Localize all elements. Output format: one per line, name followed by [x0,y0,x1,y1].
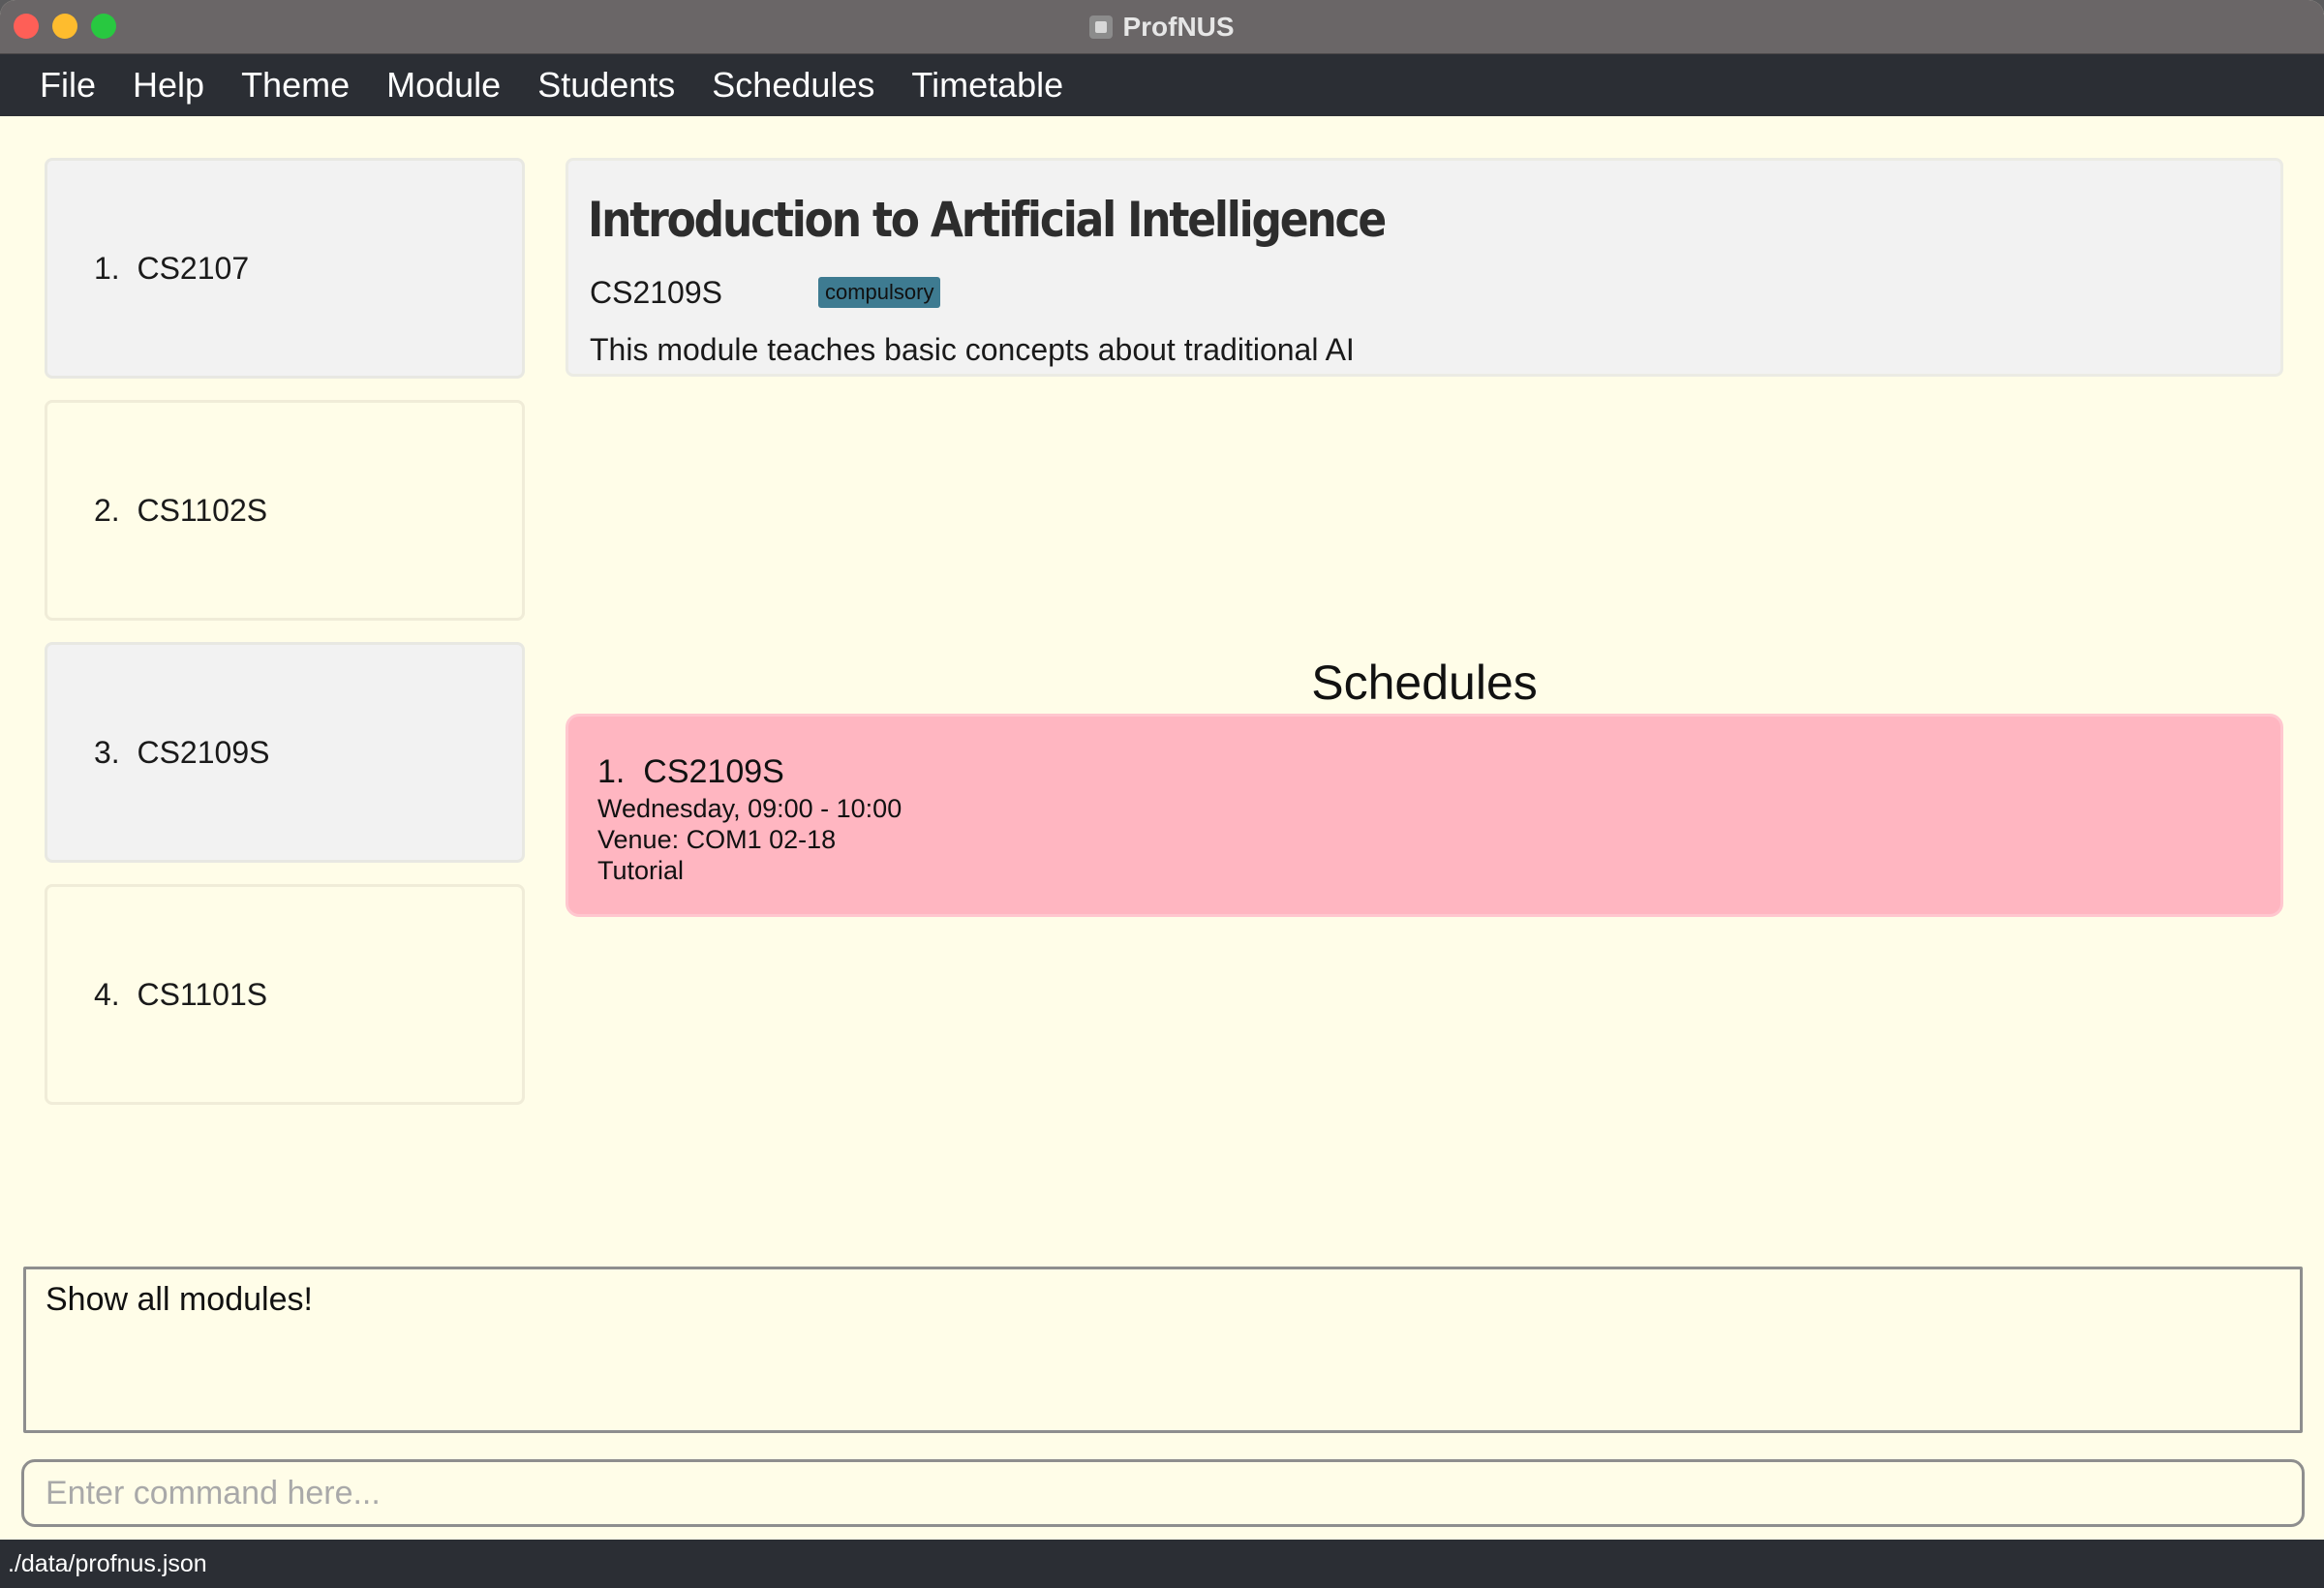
module-list-index: 3. [94,734,120,770]
menu-module[interactable]: Module [368,54,519,116]
module-list-item[interactable]: 2. CS1102S [45,400,525,621]
module-list-code: CS1101S [137,976,268,1012]
schedule-title: 1. CS2109S [597,753,784,791]
menu-students[interactable]: Students [519,54,693,116]
schedule-type: Tutorial [597,856,685,885]
menu-bar: File Help Theme Module Students Schedule… [0,54,2324,116]
module-list-index: 2. [94,492,120,528]
module-list-item[interactable]: 3. CS2109S [45,642,525,863]
person-icon [1089,15,1114,39]
schedules-heading: Schedules [1311,656,1538,710]
module-list-index: 1. [94,250,120,286]
module-title: Introduction to Artificial Intelligence [588,192,1387,248]
window-title: ProfNUS [1122,12,1235,42]
data-file-path: ./data/profnus.json [8,1549,207,1577]
menu-schedules[interactable]: Schedules [693,54,893,116]
module-list-item[interactable]: 4. CS1101S [45,884,525,1105]
menu-help[interactable]: Help [114,54,223,116]
command-input[interactable] [21,1459,2305,1527]
schedule-code: CS2109S [643,753,784,790]
module-list-index: 4. [94,976,120,1012]
window-title-group: ProfNUS [0,0,2324,54]
result-message: Show all modules! [46,1281,313,1318]
menu-file[interactable]: File [21,54,114,116]
result-display[interactable]: Show all modules! [23,1267,2303,1433]
schedule-list-item[interactable]: 1. CS2109S Wednesday, 09:00 - 10:00 Venu… [566,714,2283,917]
schedule-time: Wednesday, 09:00 - 10:00 [597,794,902,823]
schedule-index: 1. [597,753,626,790]
schedule-venue: Venue: COM1 02-18 [597,825,837,854]
module-list-code: CS1102S [137,492,268,528]
module-tag-badge: compulsory [818,277,941,308]
module-list-code: CS2109S [137,734,270,770]
module-list-code: CS2107 [137,250,250,286]
module-code: CS2109S [590,275,722,310]
module-description: This module teaches basic concepts about… [590,332,1355,367]
menu-theme[interactable]: Theme [223,54,368,116]
status-bar: ./data/profnus.json [0,1540,2324,1588]
module-detail-card: Introduction to Artificial Intelligence … [566,158,2283,377]
app-window: ProfNUS File Help Theme Module Students … [0,0,2324,1588]
menu-timetable[interactable]: Timetable [893,54,1082,116]
module-list-item[interactable]: 1. CS2107 [45,158,525,379]
title-bar: ProfNUS [0,0,2324,54]
